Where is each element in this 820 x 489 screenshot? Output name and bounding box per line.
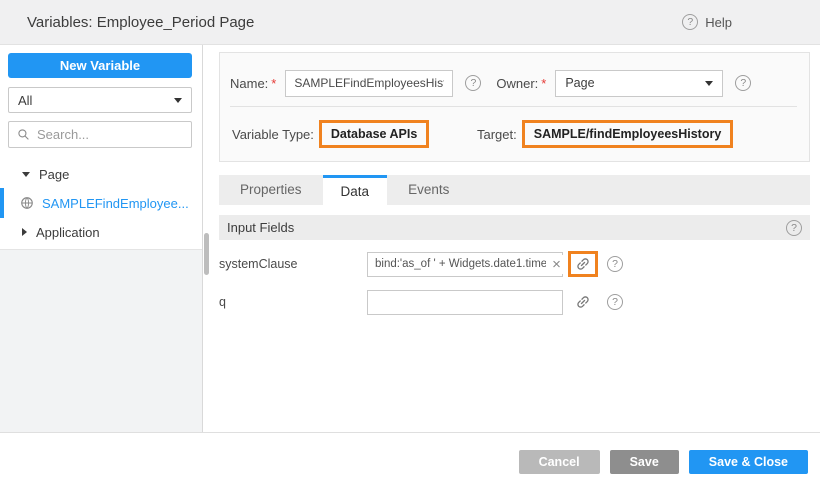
variable-filter-value: All — [18, 93, 32, 108]
main-panel: Name:* ? Owner:* Page ? Variable Type: D… — [203, 45, 820, 432]
input-fields-help-icon[interactable]: ? — [786, 220, 802, 236]
chevron-down-icon — [174, 98, 182, 103]
save-button[interactable]: Save — [610, 450, 679, 474]
chevron-down-icon — [705, 81, 713, 86]
owner-label: Owner:* — [496, 76, 546, 91]
owner-help-icon[interactable]: ? — [735, 75, 751, 91]
page-title: Variables: Employee_Period Page — [27, 14, 254, 31]
caret-right-icon — [22, 228, 27, 236]
q-input-wrap — [367, 290, 563, 315]
field-row-q: q ? — [219, 289, 810, 315]
target-label: Target: — [477, 127, 517, 142]
search-input[interactable] — [37, 127, 183, 142]
variable-name-input[interactable] — [285, 70, 453, 97]
save-and-close-button[interactable]: Save & Close — [689, 450, 808, 474]
systemclause-help-icon[interactable]: ? — [607, 256, 623, 272]
tab-properties[interactable]: Properties — [219, 175, 323, 205]
sidebar: New Variable All Page SAMPLEFindEm — [0, 45, 203, 432]
variable-type-value-highlighted: Database APIs — [319, 120, 429, 148]
field-label-q: q — [219, 295, 367, 309]
link-icon — [572, 291, 595, 314]
q-input[interactable] — [368, 291, 562, 314]
tree-node-page[interactable]: Page — [0, 160, 202, 188]
variable-summary-panel: Name:* ? Owner:* Page ? Variable Type: D… — [219, 52, 810, 162]
required-asterisk: * — [271, 76, 276, 91]
bind-button-systemclause-highlighted[interactable] — [568, 251, 598, 277]
variable-tree: Page SAMPLEFindEmployee... Application — [0, 160, 202, 250]
dialog-body: New Variable All Page SAMPLEFindEm — [0, 45, 820, 432]
name-help-icon[interactable]: ? — [465, 75, 481, 91]
target-value-highlighted: SAMPLE/findEmployeesHistory — [522, 120, 734, 148]
owner-value: Page — [565, 76, 594, 90]
variable-type-group: Variable Type: Database APIs — [232, 114, 429, 154]
cancel-button[interactable]: Cancel — [519, 450, 600, 474]
systemclause-input[interactable] — [368, 253, 562, 276]
field-row-systemclause: systemClause × ? — [219, 251, 810, 277]
target-group: Target: SAMPLE/findEmployeesHistory — [477, 114, 733, 154]
help-icon: ? — [682, 14, 698, 30]
sidebar-empty-area — [0, 250, 202, 432]
footer-buttons: Cancel Save Save & Close — [519, 450, 808, 474]
tree-node-selected-variable[interactable]: SAMPLEFindEmployee... — [0, 188, 202, 218]
variable-type-label: Variable Type: — [232, 127, 314, 142]
tree-node-page-label: Page — [39, 167, 69, 182]
variable-filter-select[interactable]: All — [8, 87, 192, 113]
tree-node-selected-label: SAMPLEFindEmployee... — [42, 196, 189, 211]
bind-button-q[interactable] — [573, 292, 593, 312]
help-button[interactable]: ? Help — [682, 14, 732, 30]
field-label-systemclause: systemClause — [219, 257, 367, 271]
tab-data[interactable]: Data — [323, 175, 388, 205]
dialog-footer: Cancel Save Save & Close — [0, 432, 820, 489]
clear-icon[interactable]: × — [549, 255, 564, 274]
systemclause-input-wrap: × — [367, 252, 563, 277]
name-owner-row: Name:* ? Owner:* Page ? — [230, 69, 797, 97]
type-target-row: Variable Type: Database APIs Target: SAM… — [230, 114, 797, 154]
tab-events[interactable]: Events — [387, 175, 470, 205]
scrollbar-thumb[interactable] — [204, 233, 209, 275]
tabs: Properties Data Events — [219, 175, 810, 205]
tree-node-application[interactable]: Application — [0, 218, 202, 246]
input-fields-header: Input Fields ? — [219, 215, 810, 240]
new-variable-button[interactable]: New Variable — [8, 53, 192, 78]
input-fields-title: Input Fields — [227, 220, 294, 235]
search-box[interactable] — [8, 121, 192, 148]
link-icon — [572, 253, 595, 276]
owner-select[interactable]: Page — [555, 70, 723, 97]
q-help-icon[interactable]: ? — [607, 294, 623, 310]
required-asterisk: * — [541, 76, 546, 91]
caret-down-icon — [22, 172, 30, 177]
tree-node-application-label: Application — [36, 225, 100, 240]
help-label: Help — [705, 15, 732, 30]
variable-icon — [20, 196, 34, 210]
panel-divider — [230, 106, 797, 107]
search-icon — [17, 128, 30, 141]
name-label: Name:* — [230, 76, 276, 91]
dialog-header: Variables: Employee_Period Page ? Help — [0, 0, 820, 45]
